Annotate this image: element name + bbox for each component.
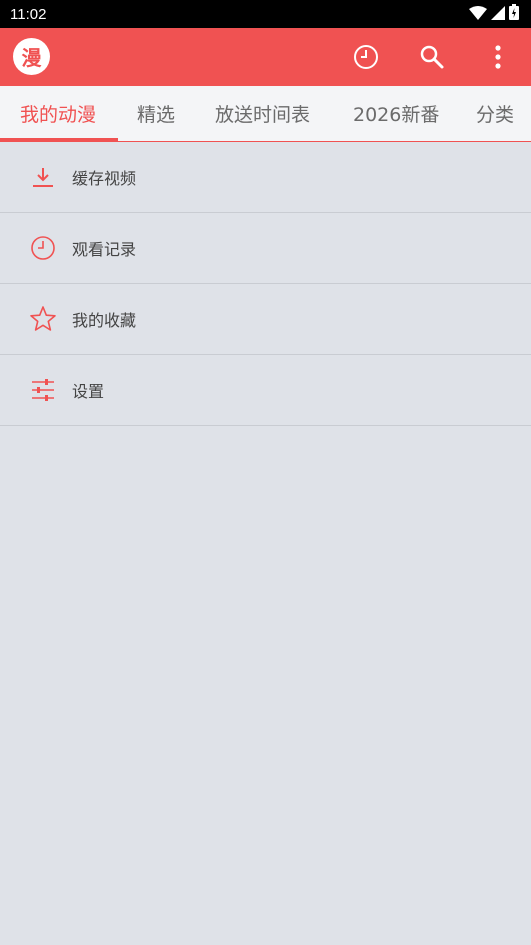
tab-indicator xyxy=(0,138,118,141)
app-logo[interactable]: 漫 xyxy=(13,38,50,75)
status-time: 11:02 xyxy=(10,5,47,23)
menu-list: 缓存视频 观看记录 我的收藏 设置 xyxy=(0,142,531,426)
menu-item-label: 设置 xyxy=(72,382,105,401)
menu-item-label: 观看记录 xyxy=(72,240,137,259)
download-icon xyxy=(28,162,58,192)
menu-item-favorites[interactable]: 我的收藏 xyxy=(0,284,531,355)
tab-new-season[interactable]: 2026新番 xyxy=(353,86,439,141)
signal-icon xyxy=(491,5,505,24)
wifi-icon xyxy=(469,5,487,24)
status-icons xyxy=(469,4,519,24)
menu-item-label: 我的收藏 xyxy=(72,311,137,330)
menu-item-history[interactable]: 观看记录 xyxy=(0,213,531,284)
menu-item-settings[interactable]: 设置 xyxy=(0,355,531,426)
search-icon[interactable] xyxy=(418,43,446,71)
menu-item-label: 缓存视频 xyxy=(72,169,137,188)
star-icon xyxy=(28,304,58,334)
tab-categories[interactable]: 分类 xyxy=(476,86,514,141)
tab-my-anime[interactable]: 我的动漫 xyxy=(20,86,96,141)
more-vert-icon[interactable] xyxy=(484,43,512,71)
clock-icon xyxy=(28,233,58,263)
history-icon[interactable] xyxy=(352,43,380,71)
app-bar: 漫 xyxy=(0,28,531,86)
sliders-icon xyxy=(28,375,58,405)
menu-item-downloads[interactable]: 缓存视频 xyxy=(0,142,531,213)
tab-schedule[interactable]: 放送时间表 xyxy=(215,86,310,141)
tab-bar: 我的动漫 精选 放送时间表 2026新番 分类 xyxy=(0,86,531,142)
status-bar: 11:02 xyxy=(0,0,531,28)
battery-icon xyxy=(509,4,519,24)
tab-featured[interactable]: 精选 xyxy=(137,86,175,141)
